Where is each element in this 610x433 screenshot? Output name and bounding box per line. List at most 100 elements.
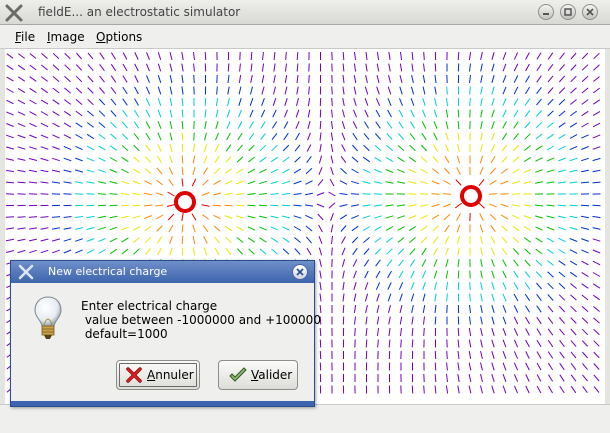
- field-vector: [351, 168, 359, 174]
- field-vector: [491, 98, 495, 106]
- field-vector: [144, 215, 152, 219]
- field-vector: [581, 317, 589, 324]
- field-vector: [342, 281, 345, 291]
- field-vector: [409, 132, 416, 141]
- field-vector: [202, 214, 209, 220]
- field-vector: [157, 63, 162, 72]
- field-vector: [110, 121, 117, 129]
- field-vector: [569, 238, 578, 242]
- valider-button[interactable]: Valider: [218, 360, 298, 390]
- field-vector: [192, 155, 196, 164]
- field-vector: [236, 237, 244, 243]
- field-vector: [581, 306, 589, 312]
- field-vector: [282, 168, 290, 174]
- menu-options[interactable]: Options: [96, 30, 142, 44]
- field-vector: [227, 74, 230, 84]
- field-vector: [374, 133, 382, 140]
- field-vector: [523, 204, 532, 207]
- field-vector: [547, 362, 554, 371]
- field-vector: [86, 193, 95, 195]
- field-vector: [547, 122, 554, 128]
- field-vector: [146, 52, 150, 60]
- charge-marker[interactable]: [174, 191, 196, 213]
- menu-file[interactable]: File: [15, 30, 35, 44]
- field-vector: [546, 169, 555, 173]
- field-vector: [410, 109, 415, 118]
- field-vector: [374, 156, 382, 163]
- window-titlebar[interactable]: fieldE... an electrostatic simulator: [0, 0, 610, 25]
- field-vector: [271, 132, 278, 141]
- field-vector: [17, 227, 26, 230]
- field-vector: [501, 144, 508, 152]
- field-vector: [570, 87, 577, 94]
- field-vector: [547, 374, 554, 382]
- annuler-button[interactable]: Annuler: [116, 360, 200, 390]
- field-vector: [569, 271, 578, 278]
- field-vector: [109, 157, 118, 162]
- field-vector: [52, 99, 60, 105]
- field-vector: [376, 74, 380, 84]
- field-vector: [558, 122, 566, 128]
- field-vector: [296, 51, 299, 61]
- field-vector: [376, 316, 380, 325]
- field-vector: [305, 167, 313, 175]
- field-vector: [490, 155, 496, 164]
- field-vector: [443, 167, 451, 175]
- valider-label-rest: alider: [258, 368, 293, 382]
- field-vector: [319, 120, 322, 130]
- field-vector: [52, 87, 60, 94]
- field-vector: [98, 226, 106, 231]
- field-vector: [457, 235, 460, 245]
- field-vector: [316, 203, 325, 208]
- field-vector: [480, 51, 483, 61]
- field-vector: [363, 248, 370, 255]
- field-vector: [236, 180, 244, 185]
- close-button[interactable]: [582, 4, 598, 20]
- field-vector: [399, 74, 403, 84]
- field-vector: [144, 225, 152, 232]
- field-vector: [535, 133, 543, 140]
- menu-image[interactable]: Image: [47, 30, 85, 44]
- field-vector: [204, 132, 207, 141]
- field-vector: [339, 214, 348, 220]
- field-vector: [41, 64, 48, 71]
- field-vector: [98, 133, 106, 140]
- field-vector: [261, 98, 265, 106]
- field-vector: [524, 133, 531, 140]
- minimize-button[interactable]: [538, 4, 554, 20]
- field-vector: [63, 122, 72, 128]
- field-vector: [593, 374, 600, 382]
- field-vector: [134, 52, 139, 60]
- field-vector: [456, 155, 461, 164]
- field-vector: [592, 238, 601, 242]
- field-vector: [247, 180, 256, 185]
- field-vector: [215, 98, 219, 106]
- field-vector: [296, 63, 299, 72]
- field-vector: [593, 351, 600, 359]
- field-vector: [570, 64, 577, 71]
- field-vector: [295, 109, 300, 118]
- field-vector: [480, 74, 483, 84]
- field-vector: [513, 351, 519, 359]
- field-vector: [225, 168, 232, 174]
- field-vector: [502, 293, 507, 302]
- dialog-titlebar[interactable]: New electrical charge: [11, 261, 314, 283]
- field-vector: [581, 283, 589, 289]
- field-vector: [353, 304, 357, 314]
- field-vector: [490, 144, 496, 152]
- field-vector: [29, 87, 37, 94]
- dialog-close-button[interactable]: [292, 264, 308, 280]
- field-vector: [559, 339, 565, 348]
- field-vector: [29, 111, 37, 116]
- maximize-button[interactable]: [560, 4, 576, 20]
- field-vector: [536, 339, 542, 348]
- field-vector: [29, 169, 37, 173]
- charge-marker[interactable]: [460, 185, 482, 207]
- field-vector: [513, 259, 519, 267]
- field-vector: [445, 270, 449, 279]
- field-vector: [40, 111, 49, 116]
- field-vector: [109, 237, 118, 243]
- field-vector: [479, 213, 484, 221]
- field-vector: [400, 339, 402, 348]
- field-vector: [535, 157, 543, 162]
